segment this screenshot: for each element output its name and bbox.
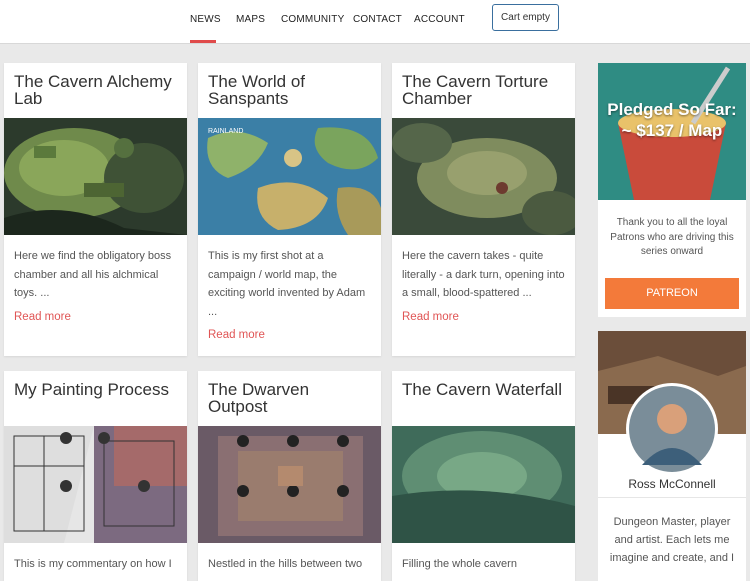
post-title[interactable]: My Painting Process: [14, 381, 179, 398]
post-excerpt: Here we find the obligatory boss chamber…: [14, 250, 172, 299]
post-title[interactable]: The Dwarven Outpost: [208, 381, 373, 415]
nav-active-indicator: [190, 40, 216, 43]
cart-button[interactable]: Cart empty: [492, 4, 559, 31]
author-widget: Ross McConnell Dungeon Master, player an…: [598, 331, 746, 581]
pledge-amount: Pledged So Far: ~ $137 / Map: [607, 100, 737, 140]
post-title[interactable]: The Cavern Waterfall: [402, 381, 567, 398]
post-title[interactable]: The Cavern Torture Chamber: [402, 73, 567, 107]
post-card-cavern-waterfall: The Cavern Waterfall Filling the whole c…: [392, 371, 575, 581]
post-thumbnail[interactable]: [4, 118, 187, 235]
nav-maps[interactable]: MAPS: [236, 14, 265, 25]
post-title[interactable]: The World of Sanspants: [208, 73, 373, 107]
read-more-link[interactable]: Read more: [208, 329, 265, 341]
read-more-link[interactable]: Read more: [402, 311, 459, 323]
post-card-world-of-sanspants: The World of Sanspants RAINLAND This is …: [198, 63, 381, 356]
post-thumbnail[interactable]: [392, 426, 575, 543]
cavern-map-image: [392, 118, 575, 235]
post-card-my-painting-process: My Painting Process This is my commentar…: [4, 371, 187, 581]
author-name: Ross McConnell: [628, 477, 716, 491]
thanks-text: Thank you to all the loyal Patrons who a…: [610, 217, 734, 257]
waterfall-map-image: [392, 426, 575, 543]
read-more-link[interactable]: Read more: [14, 311, 71, 323]
post-thumbnail[interactable]: RAINLAND: [198, 118, 381, 235]
dungeon-map-image: [198, 426, 381, 543]
cavern-map-image: [4, 118, 187, 235]
post-card-cavern-alchemy-lab: The Cavern Alchemy Lab Here we find the …: [4, 63, 187, 356]
post-excerpt: Here the cavern takes - quite literally …: [402, 250, 565, 299]
post-excerpt: Nestled in the hills between two: [208, 558, 363, 570]
post-thumbnail[interactable]: [198, 426, 381, 543]
post-card-cavern-torture-chamber: The Cavern Torture Chamber Here the cave…: [392, 63, 575, 356]
post-excerpt: This is my first shot at a campaign / wo…: [208, 250, 366, 318]
post-excerpt: This is my commentary on how I: [14, 558, 172, 570]
post-title[interactable]: The Cavern Alchemy Lab: [14, 73, 179, 107]
pledge-banner: Pledged So Far: ~ $137 / Map: [598, 63, 746, 200]
nav-contact[interactable]: CONTACT: [353, 14, 402, 25]
post-card-dwarven-outpost: The Dwarven Outpost Nestled in the hills…: [198, 371, 381, 581]
post-thumbnail[interactable]: [392, 118, 575, 235]
nav-community[interactable]: COMMUNITY: [281, 14, 344, 25]
author-banner-image: [598, 331, 746, 475]
author-bio: Dungeon Master, player and artist. Each …: [609, 516, 735, 564]
dungeon-sketch-image: [4, 426, 187, 543]
patreon-widget: Pledged So Far: ~ $137 / Map Thank you t…: [598, 63, 746, 317]
post-thumbnail[interactable]: [4, 426, 187, 543]
nav-account[interactable]: ACCOUNT: [414, 14, 465, 25]
world-map-image: RAINLAND: [198, 118, 381, 235]
nav-news[interactable]: NEWS: [190, 14, 221, 25]
divider: [598, 497, 746, 498]
post-excerpt: Filling the whole cavern: [402, 558, 517, 570]
top-navigation-bar: NEWS MAPS COMMUNITY CONTACT ACCOUNT Cart…: [0, 0, 750, 44]
map-region-label: RAINLAND: [208, 128, 243, 135]
patreon-button[interactable]: PATREON: [605, 278, 739, 309]
